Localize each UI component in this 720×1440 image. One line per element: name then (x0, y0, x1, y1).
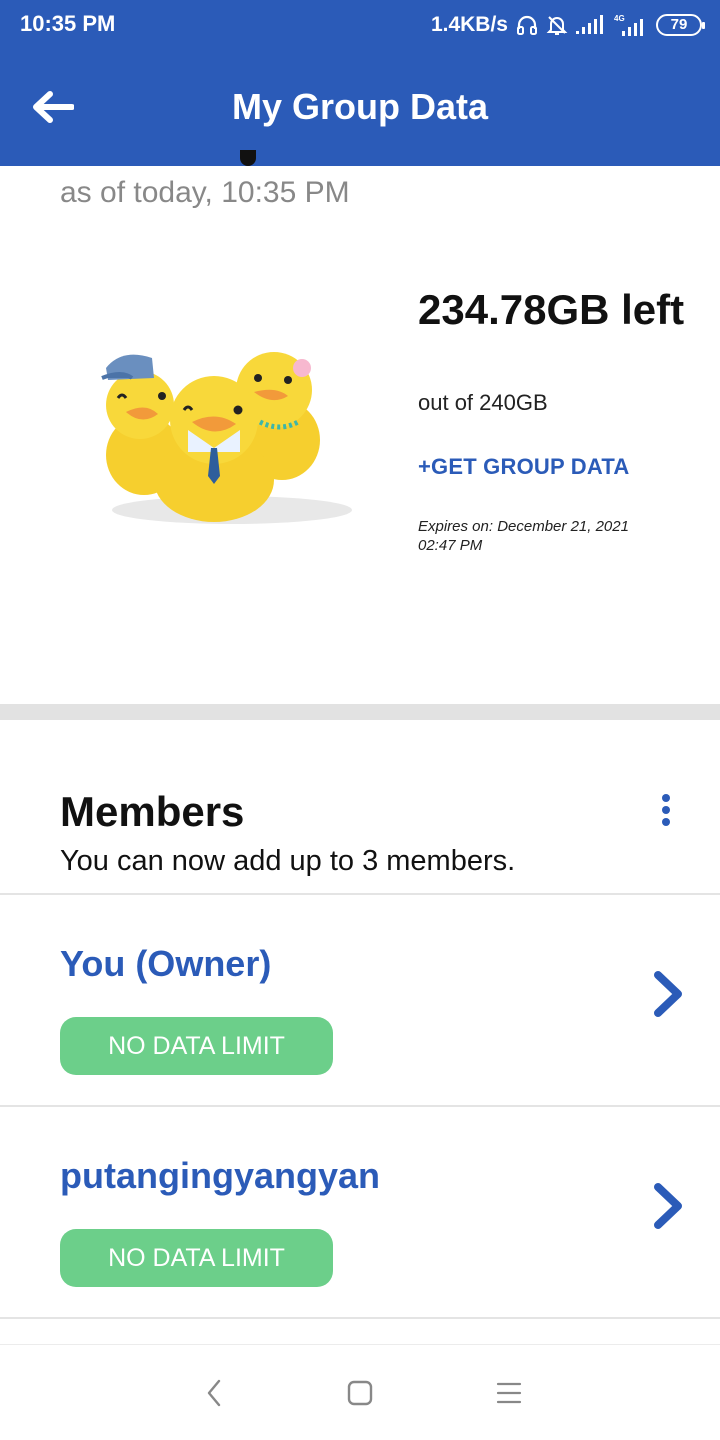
page-title: My Group Data (231, 86, 489, 127)
status-icons: 1.4KB/s 4G 79 (430, 10, 705, 40)
more-vertical-icon[interactable] (650, 790, 682, 830)
data-total: out of 240GB (418, 390, 548, 415)
members-subtitle: You can now add up to 3 members. (60, 845, 516, 877)
chevron-right-icon (654, 1183, 682, 1229)
nav-back-icon[interactable] (194, 1375, 234, 1411)
nav-home-icon[interactable] (340, 1375, 380, 1411)
as-of-timestamp: as of today, 10:35 PM (60, 176, 350, 209)
network-speed: 1.4KB/s (430, 13, 508, 36)
expiry-date: Expires on: December 21, 2021 02:47 PM (418, 518, 629, 554)
app-bar: My Group Data (0, 50, 720, 166)
get-group-data-button[interactable]: +GET GROUP DATA (418, 454, 629, 480)
members-heading: Members (60, 788, 245, 835)
data-remaining: 234.78GB left (418, 286, 685, 333)
list-item-member[interactable]: You (Owner) NO DATA LIMIT (0, 895, 720, 1105)
nav-recents-icon[interactable] (489, 1375, 529, 1411)
status-badge: NO DATA LIMIT (60, 1229, 333, 1287)
svg-text:4G: 4G (614, 14, 625, 23)
scrolled-heading-remnant (60, 150, 360, 168)
signal-4g-icon: 4G (612, 13, 648, 37)
status-badge: NO DATA LIMIT (60, 1017, 333, 1075)
member-name: You (Owner) (60, 943, 272, 984)
headphones-icon (516, 14, 538, 36)
ducks-illustration (101, 352, 352, 524)
system-nav-bar (0, 1344, 720, 1440)
section-divider (0, 704, 720, 720)
status-bar: 10:35 PM 1.4KB/s 4G 79 (0, 0, 720, 50)
member-name: putangingyangyan (60, 1155, 381, 1196)
signal-icon (576, 15, 604, 35)
row-divider (0, 1317, 720, 1319)
list-item-member[interactable]: putangingyangyan NO DATA LIMIT (0, 1107, 720, 1317)
chevron-right-icon (654, 971, 682, 1017)
status-time: 10:35 PM (20, 11, 116, 36)
bell-off-icon (546, 14, 568, 36)
battery-icon: 79 (656, 14, 705, 36)
